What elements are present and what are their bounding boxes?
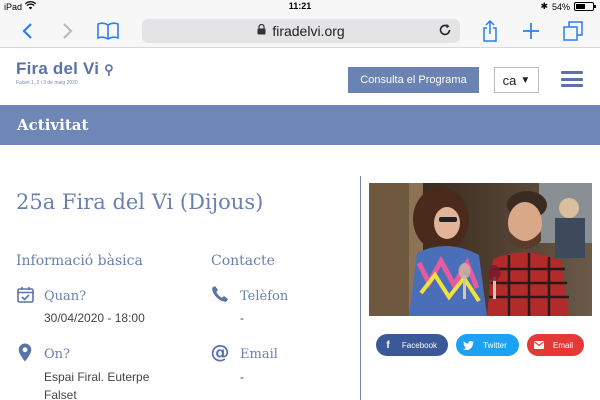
facebook-share-button[interactable]: f Facebook: [376, 334, 448, 356]
battery-fill: [576, 4, 585, 9]
facebook-icon: f: [386, 339, 390, 351]
section-title: Activitat: [17, 116, 89, 134]
column-divider: [360, 176, 361, 400]
reload-icon[interactable]: [438, 23, 452, 40]
language-value: ca: [502, 72, 517, 88]
bluetooth-icon: ✱: [540, 1, 548, 11]
facebook-label: Facebook: [401, 340, 438, 350]
program-button[interactable]: Consulta el Programa: [348, 67, 479, 93]
logo-title: Fira del Vi: [16, 59, 100, 78]
email-label: Email: [240, 347, 278, 362]
when-label: Quan?: [44, 289, 87, 304]
tabs-icon[interactable]: [562, 20, 584, 42]
wine-glass-icon: ⚲: [104, 62, 114, 77]
phone-value: -: [240, 311, 244, 325]
menu-icon-bar: [561, 84, 583, 87]
back-icon[interactable]: [16, 20, 38, 42]
language-select[interactable]: ca ▼: [494, 67, 539, 93]
menu-icon-bar: [561, 77, 583, 81]
logo-text: Fira del Vi ⚲: [16, 59, 114, 79]
address-bar[interactable]: firadelvi.org: [142, 19, 460, 43]
status-right: ✱ 54%: [540, 1, 596, 12]
menu-icon[interactable]: [561, 71, 583, 87]
map-marker-icon: [16, 343, 34, 361]
caret-down-icon: ▼: [520, 74, 531, 86]
forward-icon[interactable]: [57, 20, 79, 42]
email-share-button[interactable]: Email: [527, 334, 584, 356]
twitter-icon: [459, 336, 477, 354]
email-share-label: Email: [552, 340, 573, 350]
lock-icon: [257, 23, 266, 38]
site-header: Fira del Vi ⚲ Falset 1, 2 i 3 de maig 20…: [0, 49, 600, 105]
where-value-line2: Falset: [44, 388, 77, 400]
url-text: firadelvi.org: [272, 23, 345, 39]
status-time: 11:21: [288, 1, 312, 11]
section-band: Activitat: [0, 105, 600, 145]
battery-icon: [574, 2, 596, 11]
new-tab-icon[interactable]: [520, 20, 542, 42]
phone-icon: [211, 285, 229, 303]
where-label: On?: [44, 347, 70, 362]
envelope-icon: [530, 336, 548, 354]
twitter-share-button[interactable]: Twitter: [456, 334, 519, 356]
basic-info-heading: Informació bàsica: [16, 253, 143, 269]
twitter-label: Twitter: [483, 340, 507, 350]
when-value: 30/04/2020 - 18:00: [44, 311, 145, 325]
calendar-icon: [16, 285, 34, 303]
browser-toolbar: firadelvi.org: [0, 14, 600, 48]
battery-percent: 54%: [551, 1, 570, 12]
share-icon[interactable]: [479, 20, 501, 42]
email-value: -: [240, 370, 244, 384]
event-photo: [369, 183, 592, 316]
event-title: 25a Fira del Vi (Dijous): [16, 190, 264, 214]
at-sign-icon: @: [210, 341, 230, 363]
contact-heading: Contacte: [211, 253, 275, 269]
where-value-line1: Espai Firal. Euterpe: [44, 370, 150, 384]
bookmarks-icon[interactable]: [97, 20, 119, 42]
ios-status-bar: iPad 11:21 ✱ 54%: [0, 0, 600, 14]
logo-subtitle: Falset 1, 2 i 3 de maig 2020: [16, 80, 78, 86]
site-logo[interactable]: Fira del Vi ⚲ Falset 1, 2 i 3 de maig 20…: [16, 59, 114, 86]
phone-label: Telèfon: [240, 289, 289, 304]
menu-icon-bar: [561, 71, 583, 74]
